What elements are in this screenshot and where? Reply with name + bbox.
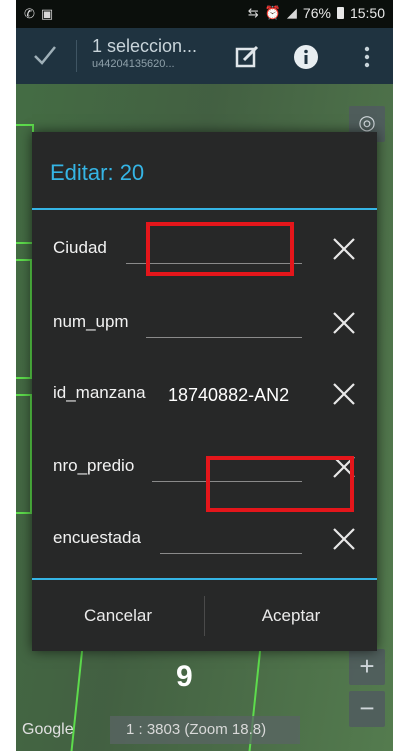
accept-button[interactable]: Aceptar xyxy=(205,580,377,651)
field-row-ciudad: Ciudad xyxy=(32,224,377,274)
close-icon[interactable] xyxy=(331,381,357,407)
action-bar: 1 seleccion... u44204135620... xyxy=(16,28,393,84)
field-row-encuestada: encuestada xyxy=(32,514,377,564)
num-upm-field[interactable] xyxy=(146,310,302,338)
phone-screen: ✆ ▣ ⇆ ⏰ ◢ 76% 15:50 1 seleccion... u4420… xyxy=(16,0,393,751)
check-icon[interactable] xyxy=(32,42,58,68)
field-label: encuestada xyxy=(53,528,141,547)
field-label: nro_predio xyxy=(53,456,135,475)
selection-info: 1 seleccion... u44204135620... xyxy=(92,36,232,70)
selection-subtitle: u44204135620... xyxy=(92,58,175,70)
map-parcel-number: 9 xyxy=(176,660,193,693)
edit-dialog: Editar: 20 Ciudad num_upm id_manzana 187… xyxy=(32,132,377,651)
close-icon[interactable] xyxy=(331,526,357,552)
close-icon[interactable] xyxy=(331,236,357,262)
zoom-out-button[interactable]: − xyxy=(349,691,385,727)
action-bar-divider xyxy=(76,40,77,72)
zoom-in-button[interactable]: + xyxy=(349,649,385,685)
info-icon[interactable] xyxy=(293,44,319,70)
map-parcel xyxy=(16,259,32,379)
selection-title: 1 seleccion... xyxy=(92,36,198,56)
alarm-icon: ⏰ xyxy=(264,5,281,20)
image-icon: ▣ xyxy=(40,6,54,21)
close-icon[interactable] xyxy=(331,454,357,480)
whatsapp-icon: ✆ xyxy=(24,6,35,21)
edit-icon[interactable] xyxy=(234,44,260,70)
cancel-button[interactable]: Cancelar xyxy=(32,580,204,651)
field-row-id-manzana: id_manzana xyxy=(32,369,377,419)
battery-icon xyxy=(336,7,344,19)
field-row-num-upm: num_upm xyxy=(32,298,377,348)
map-scale: 1 : 3803 (Zoom 18.8) xyxy=(110,716,300,744)
nro-predio-field[interactable] xyxy=(152,454,302,482)
dialog-buttons: Cancelar Aceptar xyxy=(32,580,377,651)
battery-percent: 76% xyxy=(302,5,331,21)
field-row-nro-predio: nro_predio xyxy=(32,442,377,492)
field-label: Ciudad xyxy=(53,238,107,257)
encuestada-field[interactable] xyxy=(160,526,302,554)
field-label: num_upm xyxy=(53,312,129,331)
status-bar: ✆ ▣ ⇆ ⏰ ◢ 76% 15:50 xyxy=(16,0,393,28)
google-logo: Google xyxy=(22,721,74,738)
dialog-title-divider xyxy=(32,208,377,210)
clock: 15:50 xyxy=(349,5,385,21)
signal-icon: ◢ xyxy=(286,5,297,20)
id-manzana-field[interactable] xyxy=(168,381,308,409)
wifi-calling-icon: ⇆ xyxy=(247,5,259,20)
dialog-title: Editar: 20 xyxy=(50,160,145,185)
field-label: id_manzana xyxy=(53,383,146,402)
map-parcel xyxy=(16,394,32,514)
overflow-menu-icon[interactable] xyxy=(354,44,380,70)
ciudad-field[interactable] xyxy=(126,236,302,264)
close-icon[interactable] xyxy=(331,310,357,336)
